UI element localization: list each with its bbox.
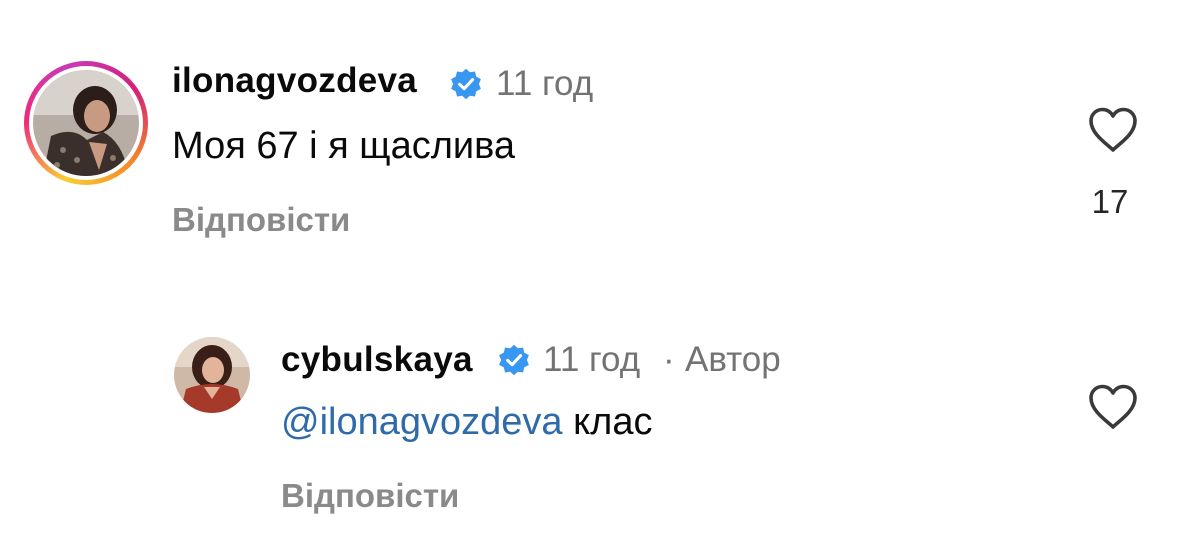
story-ring-avatar[interactable]	[24, 61, 148, 185]
reply-button[interactable]: Відповісти	[281, 477, 459, 515]
reply-button[interactable]: Відповісти	[172, 201, 350, 239]
reply-timestamp: 11 год	[543, 340, 641, 379]
heart-outline-icon[interactable]	[1087, 106, 1139, 154]
mention-link[interactable]: @ilonagvozdeva	[281, 401, 563, 443]
heart-outline-icon[interactable]	[1087, 383, 1139, 431]
avatar	[33, 70, 139, 176]
meta-separator: ·	[663, 340, 675, 379]
reply-username[interactable]: cybulskaya	[281, 340, 473, 380]
comment-text: Моя 67 і я щаслива	[172, 125, 516, 167]
reply-body: клас	[573, 401, 653, 443]
reply-text: @ilonagvozdeva клас	[281, 401, 652, 444]
avatar[interactable]	[174, 337, 250, 413]
comments-thread: ilonagvozdeva 11 год Моя 67 і я щаслива …	[0, 0, 1200, 534]
verified-badge-icon	[451, 68, 481, 100]
like-count[interactable]: 17	[1080, 183, 1140, 221]
comment-username[interactable]: ilonagvozdeva	[172, 61, 417, 101]
verified-badge-icon	[499, 344, 529, 376]
author-badge: Автор	[685, 340, 781, 379]
comment-timestamp: 11 год	[496, 64, 594, 103]
